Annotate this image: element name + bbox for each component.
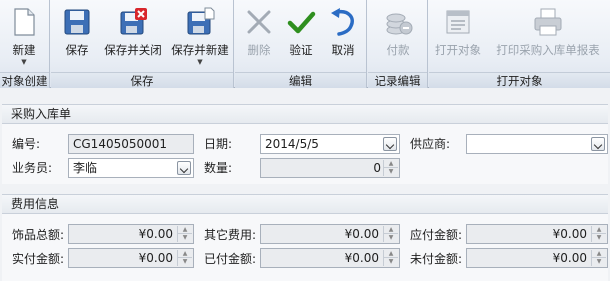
supplier-label: 供应商: <box>410 137 451 151</box>
open-object-label: 打开对象 <box>435 43 481 57</box>
goods-total-value: ¥0.00 <box>138 227 173 241</box>
cost-section-body: 饰品总额: ¥0.00 ▲ ▼ 其它费用: ¥0.00 ▲ ▼ 应付金额: ¥0.00 ▲… <box>2 214 608 281</box>
save-icon <box>64 9 90 35</box>
payable-field[interactable]: ¥0.00 ▲ ▼ <box>466 224 608 244</box>
payment-button[interactable]: 付款 <box>376 2 420 70</box>
date-picker[interactable]: 2014/5/5 <box>260 134 400 154</box>
validate-button[interactable]: 验证 <box>281 2 321 70</box>
ribbon-group-label: 对象创建 <box>0 72 49 88</box>
payable-value: ¥0.00 <box>552 227 587 241</box>
ribbon-group-open-object: 打开对象 打印采购入库单报表 打开对象 <box>429 0 610 88</box>
qty-label: 数量: <box>204 161 233 175</box>
print-purchase-report-button[interactable]: 打印采购入库单报表 <box>487 2 609 70</box>
save-button-label: 保存 <box>65 43 89 57</box>
supplier-select[interactable] <box>466 134 608 154</box>
cost-section-header: 费用信息 <box>2 194 608 214</box>
ribbon-group-label: 编辑 <box>235 72 366 88</box>
unpaid-value: ¥0.00 <box>552 251 587 265</box>
undo-arrow-icon <box>331 8 354 36</box>
date-label: 日期: <box>204 137 233 151</box>
save-button[interactable]: 保存 <box>57 2 97 70</box>
spinner[interactable]: ▲ ▼ <box>591 226 606 242</box>
other-cost-value: ¥0.00 <box>344 227 379 241</box>
save-and-close-button[interactable]: 保存并关闭 <box>101 2 165 70</box>
ribbon-group-edit: 删除 验证 取消 编辑 <box>235 0 367 88</box>
qty-value: 0 <box>373 161 381 175</box>
ribbon-group-label: 打开对象 <box>429 72 610 88</box>
save-and-close-label: 保存并关闭 <box>104 43 162 57</box>
qty-field[interactable]: 0 ▲ ▼ <box>260 158 400 178</box>
chevron-down-icon[interactable] <box>383 137 397 151</box>
new-document-icon <box>14 8 35 36</box>
unpaid-field[interactable]: ¥0.00 ▲ ▼ <box>466 248 608 268</box>
spinner[interactable]: ▲ ▼ <box>177 226 192 242</box>
code-label: 编号: <box>12 137 41 151</box>
save-close-icon <box>120 8 147 35</box>
spinner[interactable]: ▲ ▼ <box>383 250 398 266</box>
other-cost-label: 其它费用: <box>204 228 257 242</box>
spinner[interactable]: ▲ ▼ <box>383 160 398 176</box>
paid-value: ¥0.00 <box>344 251 379 265</box>
goods-total-field[interactable]: ¥0.00 ▲ ▼ <box>68 224 194 244</box>
unpaid-label: 未付金额: <box>410 252 463 266</box>
save-new-icon <box>187 7 215 35</box>
actual-paid-field[interactable]: ¥0.00 ▲ ▼ <box>68 248 194 268</box>
chevron-down-icon: ▼ <box>197 58 203 66</box>
save-and-new-button[interactable]: 保存并新建 ▼ <box>167 2 233 70</box>
delete-button[interactable]: 删除 <box>239 2 279 70</box>
spinner[interactable]: ▲ ▼ <box>383 226 398 242</box>
new-button-label: 新建 <box>12 43 36 57</box>
goods-total-label: 饰品总额: <box>12 228 65 242</box>
code-value: CG1405050001 <box>73 137 168 151</box>
save-and-new-label: 保存并新建 <box>171 43 229 57</box>
ribbon-group-create: 新建 ▼ 对象创建 <box>0 0 50 88</box>
cancel-button-label: 取消 <box>331 43 355 57</box>
purchase-section-body: 编号: CG1405050001 日期: 2014/5/5 供应商: 业务员: … <box>2 124 608 184</box>
ribbon-group-save: 保存 保存并关闭 保存并新建 ▼ 保存 <box>51 0 234 88</box>
validate-button-label: 验证 <box>289 43 313 57</box>
ribbon-group-record-edit: 付款 记录编辑 <box>368 0 428 88</box>
payment-button-label: 付款 <box>386 43 410 57</box>
paid-field[interactable]: ¥0.00 ▲ ▼ <box>260 248 400 268</box>
delete-button-label: 删除 <box>247 43 271 57</box>
payable-label: 应付金额: <box>410 228 463 242</box>
checkmark-icon <box>287 11 316 34</box>
open-object-icon <box>446 10 470 34</box>
chevron-down-icon[interactable] <box>177 161 191 175</box>
clerk-select[interactable]: 李临 <box>68 158 194 178</box>
ribbon-group-label: 保存 <box>51 72 233 88</box>
date-value: 2014/5/5 <box>265 137 319 151</box>
delete-x-icon <box>247 10 271 34</box>
ribbon-toolbar: 新建 ▼ 对象创建 保存 保存并关闭 保存并新建 ▼ 保存 删除 验证 取消 编… <box>0 0 610 88</box>
actual-paid-value: ¥0.00 <box>138 251 173 265</box>
other-cost-field[interactable]: ¥0.00 ▲ ▼ <box>260 224 400 244</box>
new-button[interactable]: 新建 ▼ <box>0 2 48 70</box>
cancel-button[interactable]: 取消 <box>323 2 363 70</box>
paid-label: 已付金额: <box>204 252 257 266</box>
coins-icon <box>386 13 413 35</box>
clerk-value: 李临 <box>73 161 98 175</box>
purchase-section-header: 采购入库单 <box>2 104 608 124</box>
print-report-label: 打印采购入库单报表 <box>496 43 600 57</box>
actual-paid-label: 实付金额: <box>12 252 65 266</box>
open-object-button[interactable]: 打开对象 <box>431 2 485 70</box>
chevron-down-icon[interactable] <box>591 137 605 151</box>
spinner[interactable]: ▲ ▼ <box>177 250 192 266</box>
ribbon-group-label: 记录编辑 <box>368 72 427 88</box>
spinner[interactable]: ▲ ▼ <box>591 250 606 266</box>
printer-icon <box>534 8 562 36</box>
code-field[interactable]: CG1405050001 <box>68 134 194 154</box>
clerk-label: 业务员: <box>12 161 53 175</box>
chevron-down-icon: ▼ <box>21 58 27 66</box>
